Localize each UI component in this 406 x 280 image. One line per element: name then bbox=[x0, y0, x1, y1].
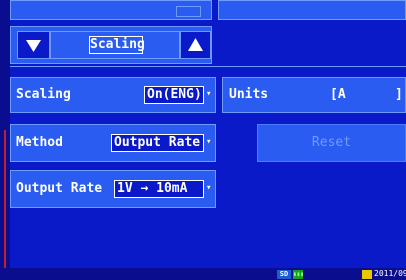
method-value-field[interactable]: Output Rate bbox=[111, 134, 204, 152]
output-rate-value-field[interactable]: 1V → 10mA bbox=[114, 180, 204, 198]
red-edge-line bbox=[4, 130, 6, 268]
power-icon bbox=[362, 270, 372, 279]
triangle-up-icon bbox=[188, 38, 203, 51]
output-rate-dropdown-caret[interactable]: ▾ bbox=[206, 183, 211, 193]
divider-line bbox=[10, 66, 406, 67]
top-panel-right-box bbox=[176, 6, 201, 17]
top-panel-right bbox=[218, 0, 406, 20]
output-rate-label: Output Rate bbox=[16, 181, 103, 196]
sd-card-indicator: SD bbox=[277, 270, 291, 279]
reset-button[interactable]: Reset bbox=[257, 124, 406, 162]
triangle-down-icon bbox=[26, 40, 41, 52]
signal-indicator: ▮▮▮ bbox=[293, 270, 304, 279]
units-value[interactable]: [A bbox=[330, 88, 346, 102]
left-rail bbox=[0, 0, 10, 268]
units-label: Units bbox=[229, 87, 269, 102]
scaling-label: Scaling bbox=[16, 87, 71, 102]
status-date: 2011/09 bbox=[374, 269, 406, 278]
scaling-value-field[interactable]: On(ENG) bbox=[144, 86, 204, 104]
status-bar bbox=[0, 268, 406, 280]
prev-page-button[interactable] bbox=[17, 31, 50, 59]
next-page-button[interactable] bbox=[180, 31, 211, 59]
page-title: Scaling bbox=[89, 36, 145, 54]
units-bracket-close: ] bbox=[395, 87, 403, 102]
method-label: Method bbox=[16, 135, 63, 150]
scaling-dropdown-caret[interactable]: ▾ bbox=[206, 89, 211, 99]
method-dropdown-caret[interactable]: ▾ bbox=[206, 137, 211, 147]
